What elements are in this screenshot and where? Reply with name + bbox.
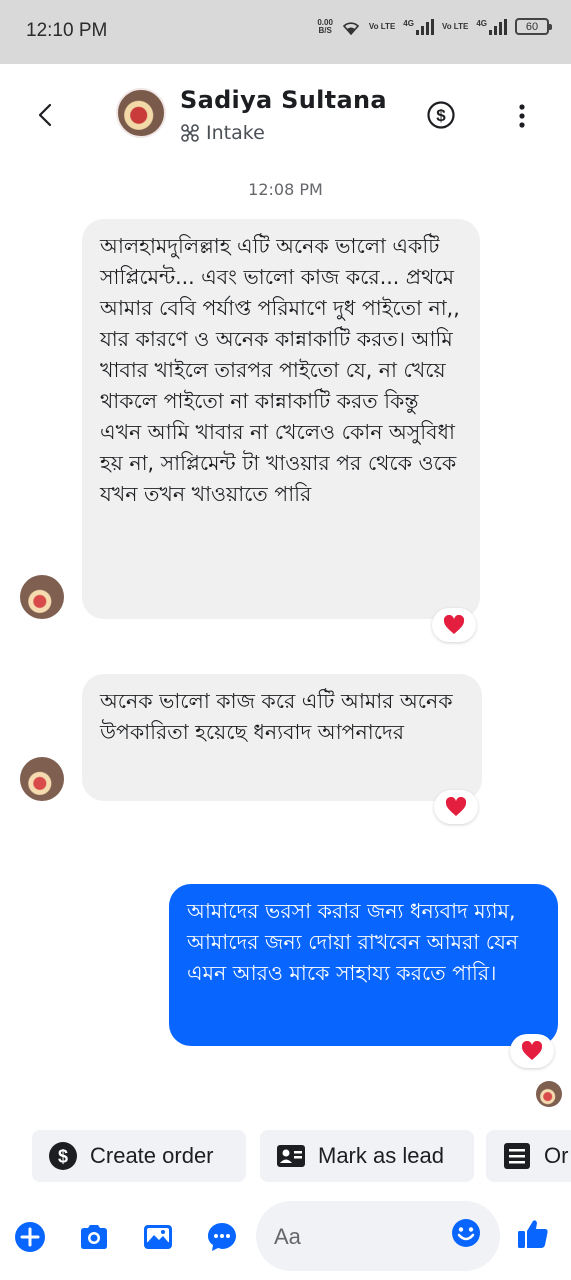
svg-text:$: $: [58, 1147, 68, 1167]
heart-icon: [445, 797, 467, 816]
message-composer: Aa: [0, 1195, 571, 1280]
intake-icon: [181, 124, 199, 142]
mark-as-lead-button[interactable]: Mark as lead: [260, 1130, 474, 1182]
incoming-message-bubble[interactable]: অনেক ভালো কাজ করে এটি আমার অনেক উপকারিতা…: [82, 674, 482, 801]
net-speed-unit: B/S: [318, 25, 332, 35]
message-input-placeholder: Aa: [274, 1224, 301, 1249]
thumbs-up-icon[interactable]: [516, 1217, 550, 1251]
create-order-label: Create order: [90, 1143, 214, 1168]
subtitle-label: Intake: [206, 122, 265, 144]
emoji-icon[interactable]: [450, 1217, 482, 1249]
contact-name[interactable]: Sadiya Sultana: [180, 86, 387, 114]
net-speed: 0.00 B/S: [317, 18, 333, 35]
back-arrow-icon[interactable]: [30, 100, 60, 130]
orders-button[interactable]: Or: [486, 1130, 571, 1182]
heart-icon: [521, 1041, 543, 1060]
sim2-type: 4G: [476, 18, 487, 28]
wifi-icon: [342, 21, 360, 35]
sim1-volte: Vo LTE: [368, 21, 396, 31]
sender-avatar[interactable]: [20, 757, 64, 801]
dollar-circle-icon[interactable]: $: [426, 100, 456, 130]
chat-header: Sadiya Sultana Intake $: [0, 64, 571, 164]
sender-avatar[interactable]: [20, 575, 64, 619]
contact-subtitle: Intake: [180, 122, 265, 144]
heart-reaction[interactable]: [434, 790, 478, 824]
heart-reaction[interactable]: [432, 608, 476, 642]
sim2-label: Vo LTE: [441, 21, 469, 31]
create-order-button[interactable]: $ Create order: [32, 1130, 246, 1182]
outgoing-message-bubble[interactable]: আমাদের ভরসা করার জন্য ধন্যবাদ ম্যাম, আমা…: [169, 884, 558, 1046]
svg-text:$: $: [436, 106, 446, 125]
heart-reaction[interactable]: [510, 1034, 554, 1068]
sim1-label: Vo LTE: [368, 21, 396, 31]
contact-card-icon: [277, 1145, 305, 1167]
mark-as-lead-label: Mark as lead: [318, 1143, 444, 1168]
message-timestamp: 12:08 PM: [248, 180, 323, 199]
chat-bubble-icon[interactable]: [206, 1221, 238, 1253]
gallery-icon[interactable]: [142, 1221, 174, 1253]
plus-icon[interactable]: [14, 1221, 46, 1253]
camera-icon[interactable]: [78, 1221, 110, 1253]
incoming-message-bubble[interactable]: আলহামদুলিল্লাহ এটি অনেক ভালো একটি সাপ্লি…: [82, 219, 480, 619]
status-icons: 0.00 B/S Vo LTE 4G Vo LTE 4G 60: [317, 18, 552, 35]
sim2-signal-icon: 4G: [476, 18, 507, 35]
sim1-type: 4G: [403, 18, 414, 28]
sim2-volte: Vo LTE: [441, 21, 469, 31]
status-time: 12:10 PM: [26, 20, 108, 41]
seen-avatar: [536, 1081, 562, 1107]
battery-icon: 60: [515, 18, 552, 35]
sim1-signal-icon: 4G: [403, 18, 434, 35]
list-icon: [504, 1143, 530, 1169]
orders-label: Or: [544, 1143, 569, 1168]
more-options-icon[interactable]: [510, 102, 534, 130]
heart-icon: [443, 615, 465, 634]
dollar-icon: $: [49, 1142, 77, 1170]
battery-level: 60: [525, 20, 539, 33]
status-bar: 12:10 PM 0.00 B/S Vo LTE 4G Vo LTE 4G 60: [0, 0, 571, 64]
contact-avatar[interactable]: [116, 88, 166, 138]
